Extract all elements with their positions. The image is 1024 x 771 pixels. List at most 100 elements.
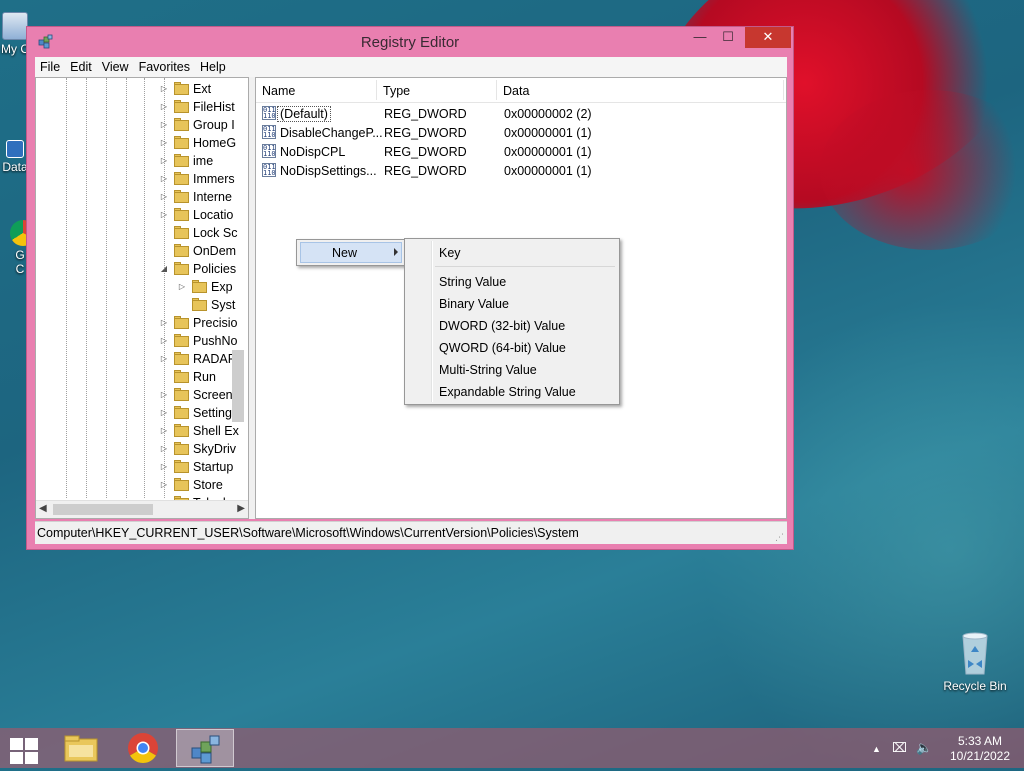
tree-item[interactable]: Run	[36, 368, 248, 386]
clock-date: 10/21/2022	[949, 749, 1011, 763]
tree-horizontal-scrollbar[interactable]: ◀ ▶	[36, 500, 248, 518]
registry-value-row[interactable]: 011 110 NoDispCPL REG_DWORD 0x00000001 (1)	[256, 142, 786, 161]
expand-arrow-icon[interactable]: ▷	[160, 174, 168, 183]
expand-arrow-icon[interactable]: ▷	[160, 192, 168, 201]
expand-arrow-icon[interactable]: ▷	[160, 390, 168, 399]
tree-item[interactable]: ▷ Group I	[36, 116, 248, 134]
menu-item-new[interactable]: New	[300, 242, 402, 263]
expand-arrow-icon[interactable]: ▷	[160, 210, 168, 219]
submenu-item-binary-value[interactable]: Binary Value	[439, 297, 509, 311]
tree-item-label: Interne	[193, 190, 232, 204]
submenu-item-key[interactable]: Key	[439, 246, 461, 260]
maximize-button[interactable]: ☐	[715, 27, 741, 48]
expand-arrow-icon[interactable]: ◢	[160, 264, 168, 273]
submenu-item-string-value[interactable]: String Value	[439, 275, 506, 289]
tree-item[interactable]: ▷ RADAR	[36, 350, 248, 368]
expand-arrow-icon[interactable]: ▷	[160, 138, 168, 147]
tree-item[interactable]: ▷ HomeG	[36, 134, 248, 152]
reg-binary-icon: 011 110	[262, 125, 276, 139]
chrome-icon	[128, 733, 158, 764]
tree-item[interactable]: ▷ Exp	[36, 278, 248, 296]
scroll-left-arrow-icon[interactable]: ◀	[39, 503, 47, 514]
registry-value-row[interactable]: 011 110 NoDispSettings... REG_DWORD 0x00000…	[256, 161, 786, 180]
menu-edit[interactable]: Edit	[65, 57, 97, 77]
tree-item[interactable]: OnDem	[36, 242, 248, 260]
submenu-item-multi-string-value[interactable]: Multi-String Value	[439, 363, 537, 377]
expand-arrow-icon[interactable]: ▷	[160, 444, 168, 453]
expand-arrow-icon[interactable]: ▷	[160, 156, 168, 165]
title-bar[interactable]: Registry Editor — ☐ ✕	[27, 27, 793, 57]
start-button[interactable]	[8, 736, 38, 764]
minimize-button[interactable]: —	[687, 27, 713, 48]
expand-arrow-icon[interactable]: ▷	[160, 354, 168, 363]
submenu-item-dword-value[interactable]: DWORD (32-bit) Value	[439, 319, 565, 333]
expand-arrow-icon[interactable]: ▷	[160, 462, 168, 471]
column-header-data[interactable]: Data	[503, 84, 529, 98]
recycle-bin[interactable]: Recycle Bin	[938, 630, 1012, 693]
tree-item[interactable]: ▷ PushNo	[36, 332, 248, 350]
value-name: NoDispSettings...	[280, 164, 377, 178]
tree-item[interactable]: ▷ Screens	[36, 386, 248, 404]
expand-arrow-icon[interactable]: ▷	[160, 120, 168, 129]
tree-item[interactable]: ▷ Setting	[36, 404, 248, 422]
tree-item[interactable]: ▷ Interne	[36, 188, 248, 206]
menu-view[interactable]: View	[97, 57, 134, 77]
folder-icon	[174, 190, 189, 203]
value-name-text: NoDispSettings...	[280, 164, 377, 178]
taskbar-file-explorer[interactable]	[52, 729, 110, 767]
tree-item[interactable]: ▷ FileHist	[36, 98, 248, 116]
expand-arrow-icon[interactable]: ▷	[160, 336, 168, 345]
show-hidden-icons-icon[interactable]: ▲	[872, 744, 881, 754]
tree-item[interactable]: ◢ Policies	[36, 260, 248, 278]
tree-item[interactable]: Syst	[36, 296, 248, 314]
expand-arrow-icon[interactable]: ▷	[178, 282, 186, 291]
expand-arrow-icon[interactable]: ▷	[160, 318, 168, 327]
tree-vertical-scroll-thumb[interactable]	[232, 350, 244, 422]
submenu-gutter	[431, 241, 433, 402]
registry-tree[interactable]: ▷ Ext ▷ FileHist ▷ Group I ▷ HomeG ▷ ime ▷ Immers ▷ I…	[35, 77, 249, 519]
value-data: 0x00000002 (2)	[504, 107, 592, 121]
tree-item[interactable]: ▷ Locatio	[36, 206, 248, 224]
submenu-item-expandable-string-value[interactable]: Expandable String Value	[439, 385, 576, 399]
menu-help[interactable]: Help	[195, 57, 231, 77]
taskbar-clock[interactable]: 5:33 AM 10/21/2022	[940, 734, 1020, 764]
tree-item[interactable]: ▷ Startup	[36, 458, 248, 476]
value-name: (Default)	[277, 106, 331, 122]
folder-icon	[174, 442, 189, 455]
expand-arrow-icon[interactable]: ▷	[160, 102, 168, 111]
expand-arrow-icon[interactable]: ▷	[160, 408, 168, 417]
network-icon[interactable]: ⌧	[892, 740, 907, 755]
resize-grip-icon[interactable]: ⋰	[775, 532, 785, 542]
tree-item[interactable]: ▷ Precisio	[36, 314, 248, 332]
taskbar-chrome[interactable]	[114, 729, 172, 767]
taskbar-registry-editor[interactable]	[176, 729, 234, 767]
tree-item[interactable]: ▷ Shell Ex	[36, 422, 248, 440]
tree-item[interactable]: ▷ SkyDriv	[36, 440, 248, 458]
value-type: REG_DWORD	[384, 145, 467, 159]
expand-arrow-icon[interactable]: ▷	[160, 84, 168, 93]
registry-value-row[interactable]: 011 110 (Default) REG_DWORD 0x00000002 (2)	[256, 104, 786, 123]
close-button[interactable]: ✕	[745, 27, 791, 48]
value-type: REG_DWORD	[384, 107, 467, 121]
expand-arrow-icon[interactable]: ▷	[160, 480, 168, 489]
volume-icon[interactable]: 🔈	[916, 740, 932, 755]
menu-favorites[interactable]: Favorites	[134, 57, 195, 77]
status-path: Computer\HKEY_CURRENT_USER\Software\Micr…	[37, 526, 579, 540]
column-header-name[interactable]: Name	[262, 84, 295, 98]
tree-item-label: RADAR	[193, 352, 237, 366]
registry-value-row[interactable]: 011 110 DisableChangeP... REG_DWORD 0x00000…	[256, 123, 786, 142]
submenu-item-qword-value[interactable]: QWORD (64-bit) Value	[439, 341, 566, 355]
folder-icon	[174, 460, 189, 473]
tree-item[interactable]: ▷ Ext	[36, 80, 248, 98]
tree-item[interactable]: ▷ Immers	[36, 170, 248, 188]
column-header-type[interactable]: Type	[383, 84, 410, 98]
tree-item[interactable]: ▷ ime	[36, 152, 248, 170]
folder-icon	[174, 226, 189, 239]
tree-item[interactable]: ▷ Store	[36, 476, 248, 494]
expand-arrow-icon[interactable]: ▷	[160, 426, 168, 435]
tree-horizontal-scroll-thumb[interactable]	[53, 504, 153, 515]
tree-item[interactable]: Lock Sc	[36, 224, 248, 242]
menu-file[interactable]: File	[35, 57, 65, 77]
column-separator	[783, 80, 784, 100]
scroll-right-arrow-icon[interactable]: ▶	[237, 503, 245, 514]
